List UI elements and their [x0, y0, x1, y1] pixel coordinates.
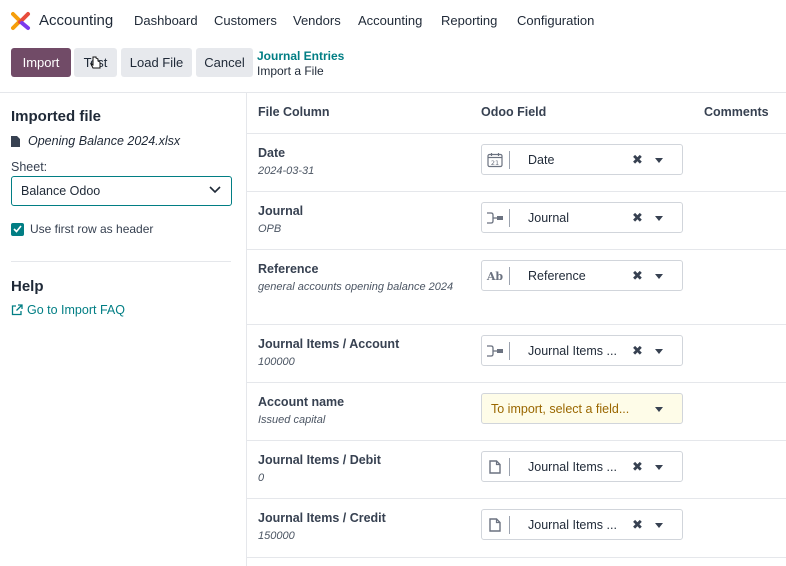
field-separator [509, 516, 510, 534]
odoo-field-select[interactable]: Journal Items ... ✖ [481, 335, 683, 366]
imported-file-title: Imported file [11, 108, 102, 125]
caret-down-icon[interactable] [655, 349, 663, 354]
clear-icon[interactable]: ✖ [632, 210, 643, 226]
column-name: Journal Items / Credit [258, 511, 386, 525]
field-separator [509, 151, 510, 169]
odoo-field-select[interactable]: Journal ✖ [481, 202, 683, 233]
menu-customers[interactable]: Customers [214, 13, 277, 28]
use-header-label: Use first row as header [30, 222, 154, 236]
menu-reporting[interactable]: Reporting [441, 13, 497, 28]
help-title: Help [11, 278, 44, 295]
caret-down-icon[interactable] [655, 523, 663, 528]
column-name: Date [258, 146, 286, 160]
menu-vendors[interactable]: Vendors [293, 13, 341, 28]
caret-down-icon[interactable] [655, 216, 663, 221]
field-separator [509, 342, 510, 360]
breadcrumb-journal-entries[interactable]: Journal Entries [257, 49, 344, 63]
sheet-select[interactable]: Balance Odoo [11, 176, 232, 206]
odoo-field-value: Journal [528, 211, 569, 225]
table-row: Account name Issued capital To import, s… [247, 383, 786, 441]
column-name: Journal [258, 204, 304, 218]
menu-dashboard[interactable]: Dashboard [134, 13, 198, 28]
caret-down-icon[interactable] [655, 465, 663, 470]
cancel-button[interactable]: Cancel [196, 48, 253, 77]
document-icon [486, 458, 504, 476]
file-name-row: Opening Balance 2024.xlsx [11, 134, 180, 148]
clear-icon[interactable]: ✖ [632, 459, 643, 475]
sidebar-separator [11, 261, 231, 262]
relation-icon [486, 342, 504, 360]
column-name: Reference [258, 262, 319, 276]
odoo-field-select[interactable]: Ab Reference ✖ [481, 260, 683, 291]
load-file-button[interactable]: Load File [121, 48, 192, 77]
mouse-cursor-icon [90, 56, 101, 69]
column-sample: 0 [258, 472, 265, 484]
column-name: Account name [258, 395, 345, 409]
odoo-field-value: Journal Items ... [528, 344, 617, 358]
clear-icon[interactable]: ✖ [632, 517, 643, 533]
odoo-field-value: Date [528, 153, 555, 167]
app-name[interactable]: Accounting [39, 12, 113, 29]
sheet-select-value: Balance Odoo [21, 184, 101, 198]
odoo-field-select[interactable]: To import, select a field... [481, 393, 683, 424]
calendar-icon: 21 [486, 151, 504, 169]
file-name: Opening Balance 2024.xlsx [28, 134, 181, 148]
import-faq-label: Go to Import FAQ [27, 303, 125, 317]
header-file-column: File Column [258, 105, 330, 119]
field-separator [509, 458, 510, 476]
breadcrumb-current: Import a File [257, 64, 324, 78]
column-name: Journal Items / Debit [258, 453, 381, 467]
import-button[interactable]: Import [11, 48, 71, 77]
panel-divider [0, 92, 786, 93]
sheet-label: Sheet: [11, 160, 48, 174]
odoo-field-select[interactable]: Journal Items ... ✖ [481, 509, 683, 540]
odoo-field-value: Journal Items ... [528, 460, 617, 474]
column-name: Journal Items / Account [258, 337, 400, 351]
column-sample: 150000 [258, 530, 295, 542]
import-faq-link[interactable]: Go to Import FAQ [11, 303, 125, 317]
row-divider [247, 557, 786, 558]
chevron-down-icon [209, 186, 221, 194]
menu-configuration[interactable]: Configuration [517, 13, 594, 28]
text-icon: Ab [486, 269, 504, 283]
table-row: Journal Items / Debit 0 Journal Items ..… [247, 441, 786, 499]
caret-down-icon[interactable] [655, 407, 663, 412]
column-sample: Issued capital [258, 414, 326, 426]
table-row: Journal Items / Account 100000 Journal I… [247, 325, 786, 383]
caret-down-icon[interactable] [655, 274, 663, 279]
clear-icon[interactable]: ✖ [632, 268, 643, 284]
column-sample: 2024-03-31 [258, 165, 315, 177]
field-separator [509, 209, 510, 227]
calendar-day: 21 [491, 159, 499, 167]
odoo-field-value: Reference [528, 269, 586, 283]
header-odoo-field: Odoo Field [481, 105, 547, 119]
relation-icon [486, 209, 504, 227]
accounting-logo-icon[interactable] [11, 11, 31, 31]
odoo-field-value: Journal Items ... [528, 518, 617, 532]
table-row: Journal OPB Journal ✖ [247, 192, 786, 250]
odoo-field-select[interactable]: Journal Items ... ✖ [481, 451, 683, 482]
caret-down-icon[interactable] [655, 158, 663, 163]
top-navbar: Accounting Dashboard Customers Vendors A… [0, 0, 786, 42]
file-icon [11, 135, 20, 147]
table-row: Reference general accounts opening balan… [247, 250, 786, 324]
external-link-icon [11, 304, 23, 316]
header-comments: Comments [704, 105, 769, 119]
clear-icon[interactable]: ✖ [632, 152, 643, 168]
column-sample: 100000 [258, 356, 295, 368]
use-header-checkbox[interactable] [11, 222, 24, 236]
document-icon [486, 516, 504, 534]
field-separator [509, 267, 510, 285]
clear-icon[interactable]: ✖ [632, 343, 643, 359]
table-row: Journal Items / Credit 150000 Journal It… [247, 499, 786, 557]
check-icon [13, 225, 22, 233]
menu-accounting[interactable]: Accounting [358, 13, 422, 28]
table-row: Date 2024-03-31 21 Date ✖ [247, 134, 786, 192]
use-header-option[interactable]: Use first row as header [11, 222, 153, 236]
odoo-field-placeholder: To import, select a field... [491, 402, 630, 416]
odoo-field-select[interactable]: 21 Date ✖ [481, 144, 683, 175]
column-sample: OPB [258, 223, 282, 235]
column-sample: general accounts opening balance 2024 [258, 281, 454, 293]
